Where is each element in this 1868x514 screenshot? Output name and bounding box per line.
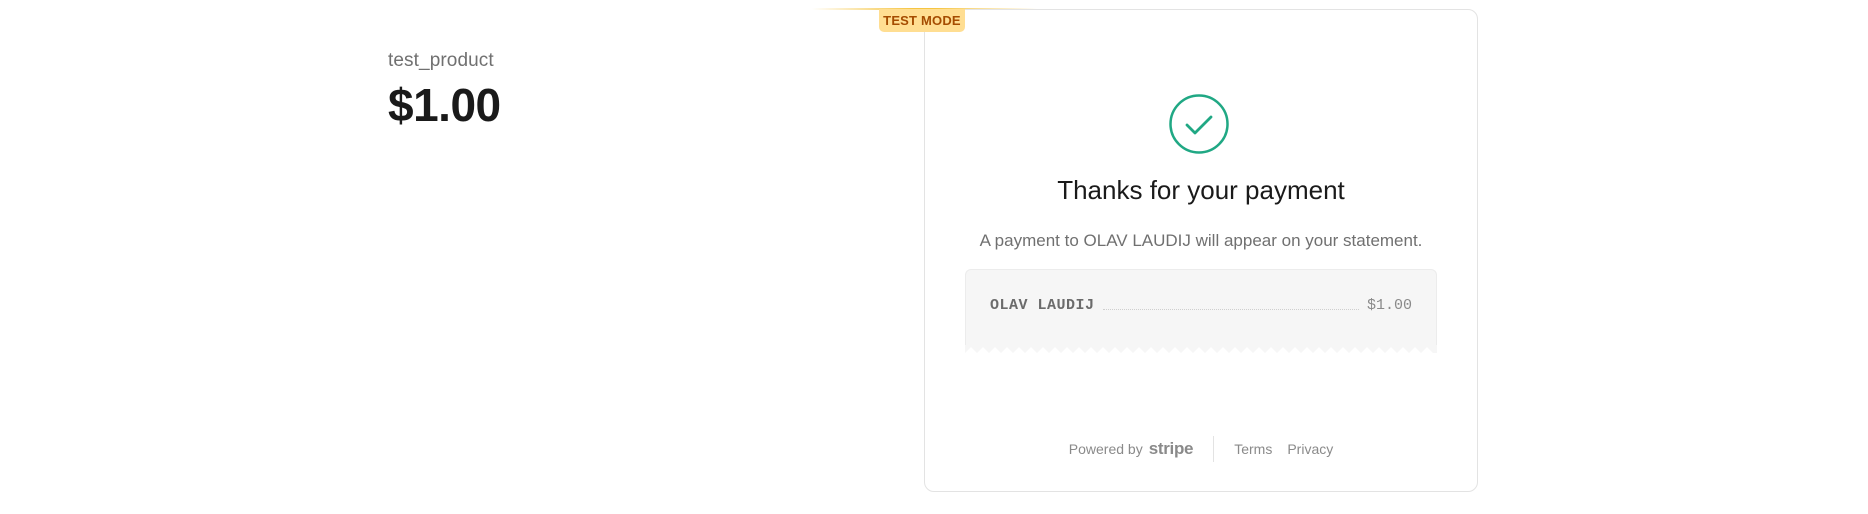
footer: Powered by stripe Terms Privacy: [925, 435, 1477, 463]
receipt-dotted-leader: [1102, 308, 1359, 310]
payment-confirmation-card: Thanks for your payment A payment to OLA…: [924, 9, 1478, 492]
receipt-body: OLAV LAUDIJ $1.00: [965, 269, 1437, 345]
receipt-torn-edge: [965, 345, 1437, 353]
product-price: $1.00: [388, 79, 501, 131]
product-summary: test_product $1.00: [388, 50, 501, 132]
receipt-line: OLAV LAUDIJ $1.00: [990, 297, 1412, 314]
confirmation-title: Thanks for your payment: [1057, 175, 1345, 205]
privacy-link[interactable]: Privacy: [1287, 441, 1333, 457]
footer-divider: [1213, 436, 1215, 462]
terms-link[interactable]: Terms: [1234, 441, 1272, 457]
statement-notice: A payment to OLAV LAUDIJ will appear on …: [979, 231, 1423, 250]
checkout-success-page: test_product $1.00 Thanks for your payme…: [0, 0, 1868, 514]
product-name: test_product: [388, 50, 494, 71]
test-mode-badge: TEST MODE: [879, 9, 965, 32]
powered-by-label: Powered by: [1068, 441, 1143, 457]
receipt-preview: OLAV LAUDIJ $1.00: [965, 269, 1437, 353]
check-circle-icon: [1169, 94, 1229, 154]
powered-by-stripe[interactable]: Powered by stripe: [1068, 439, 1194, 459]
receipt-merchant: OLAV LAUDIJ: [990, 297, 1095, 314]
stripe-logo: stripe: [1148, 439, 1194, 458]
receipt-amount: $1.00: [1366, 297, 1412, 314]
